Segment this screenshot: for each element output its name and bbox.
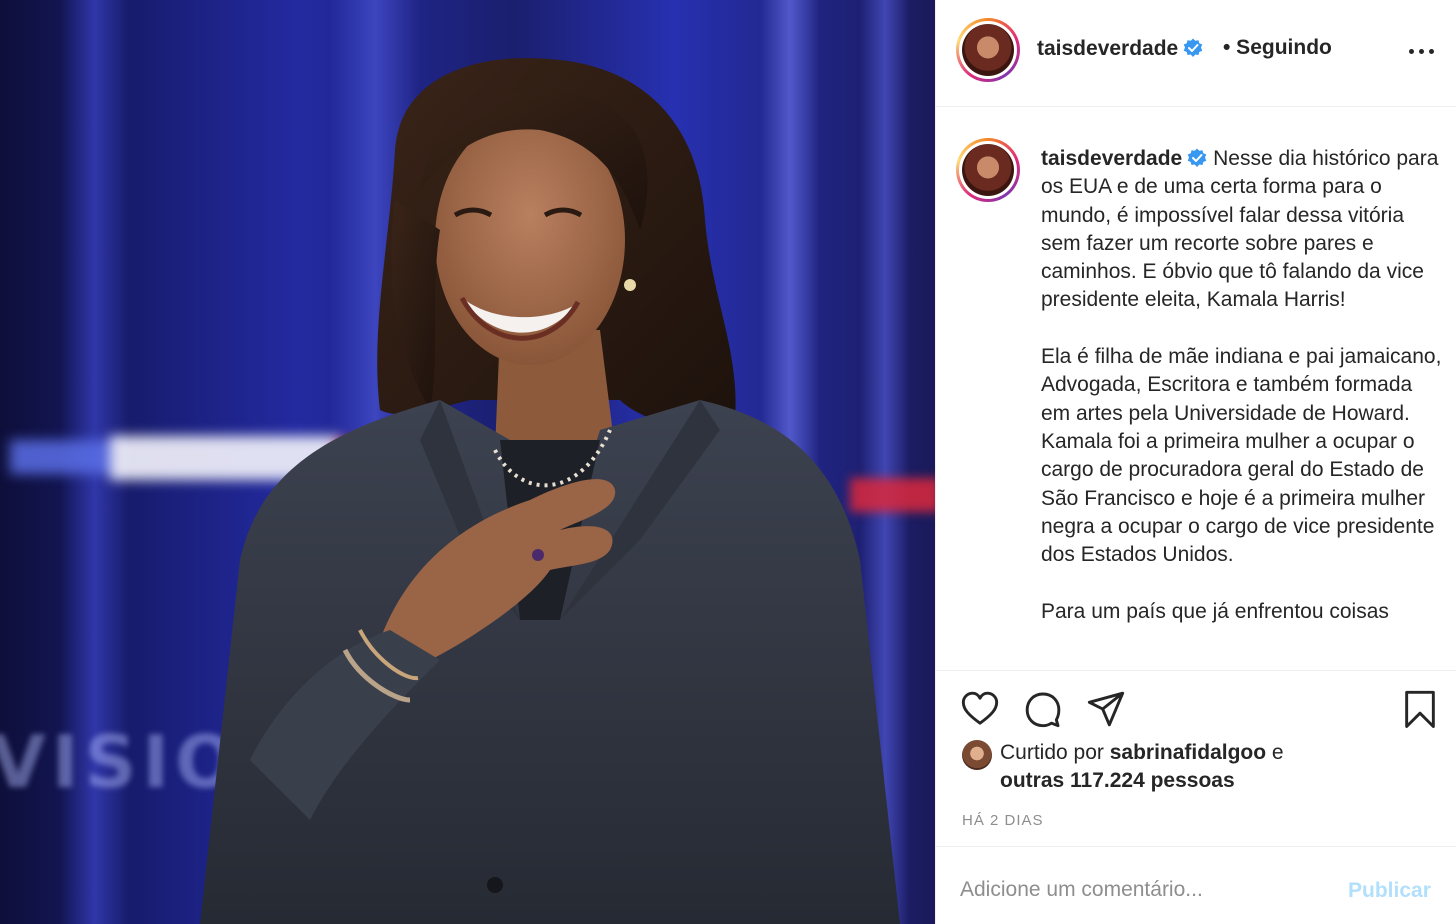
more-options-icon[interactable] [1409, 38, 1437, 62]
comment-icon[interactable] [1023, 689, 1063, 729]
avatar-image [962, 24, 1014, 76]
likes-summary: Curtido por sabrinafidalgoo e outras 117… [962, 739, 1452, 795]
verified-badge-icon [1184, 38, 1203, 57]
bookmark-icon[interactable] [1400, 689, 1440, 729]
portrait-figure [200, 58, 900, 924]
comment-input[interactable] [960, 875, 1340, 905]
caption-scroll-area[interactable]: taisdeverdade Nesse dia histórico para o… [936, 107, 1456, 671]
username-link[interactable]: taisdeverdade [1037, 37, 1178, 60]
header-username[interactable]: taisdeverdade [1037, 37, 1203, 61]
caption-paragraph: Para um país que já enfrentou coisas [1041, 599, 1389, 623]
caption-username[interactable]: taisdeverdade [1041, 147, 1182, 170]
likes-line: Curtido por sabrinafidalgoo e [1000, 741, 1284, 764]
post-timestamp[interactable]: HÁ 2 DIAS [962, 812, 1044, 829]
caption-paragraph: taisdeverdade Nesse dia histórico para o… [1041, 145, 1446, 315]
post-detail-panel: taisdeverdade • Seguindo taisdeverdade N… [935, 0, 1456, 924]
heart-icon[interactable] [960, 689, 1000, 729]
likes-count[interactable]: outras 117.224 pessoas [962, 767, 1452, 795]
caption-avatar[interactable] [956, 138, 1020, 202]
publish-button[interactable]: Publicar [1348, 879, 1431, 903]
caption-paragraph: Ela é filha de mãe indiana e pai jamaica… [1041, 345, 1442, 567]
comment-bar: Publicar [936, 846, 1456, 924]
post-image[interactable]: VISION [0, 0, 935, 924]
avatar[interactable] [956, 18, 1020, 82]
avatar-image [962, 144, 1014, 196]
caption-text: taisdeverdade Nesse dia histórico para o… [1041, 145, 1446, 654]
liker-username[interactable]: sabrinafidalgoo [1110, 741, 1266, 764]
share-icon[interactable] [1086, 689, 1126, 729]
liker-avatar[interactable] [962, 740, 992, 770]
verified-badge-icon [1188, 148, 1207, 167]
post-header: taisdeverdade • Seguindo [936, 0, 1456, 107]
following-button[interactable]: • Seguindo [1223, 36, 1332, 60]
caption-paragraph-text: Nesse dia histórico para os EUA e de uma… [1041, 147, 1439, 312]
